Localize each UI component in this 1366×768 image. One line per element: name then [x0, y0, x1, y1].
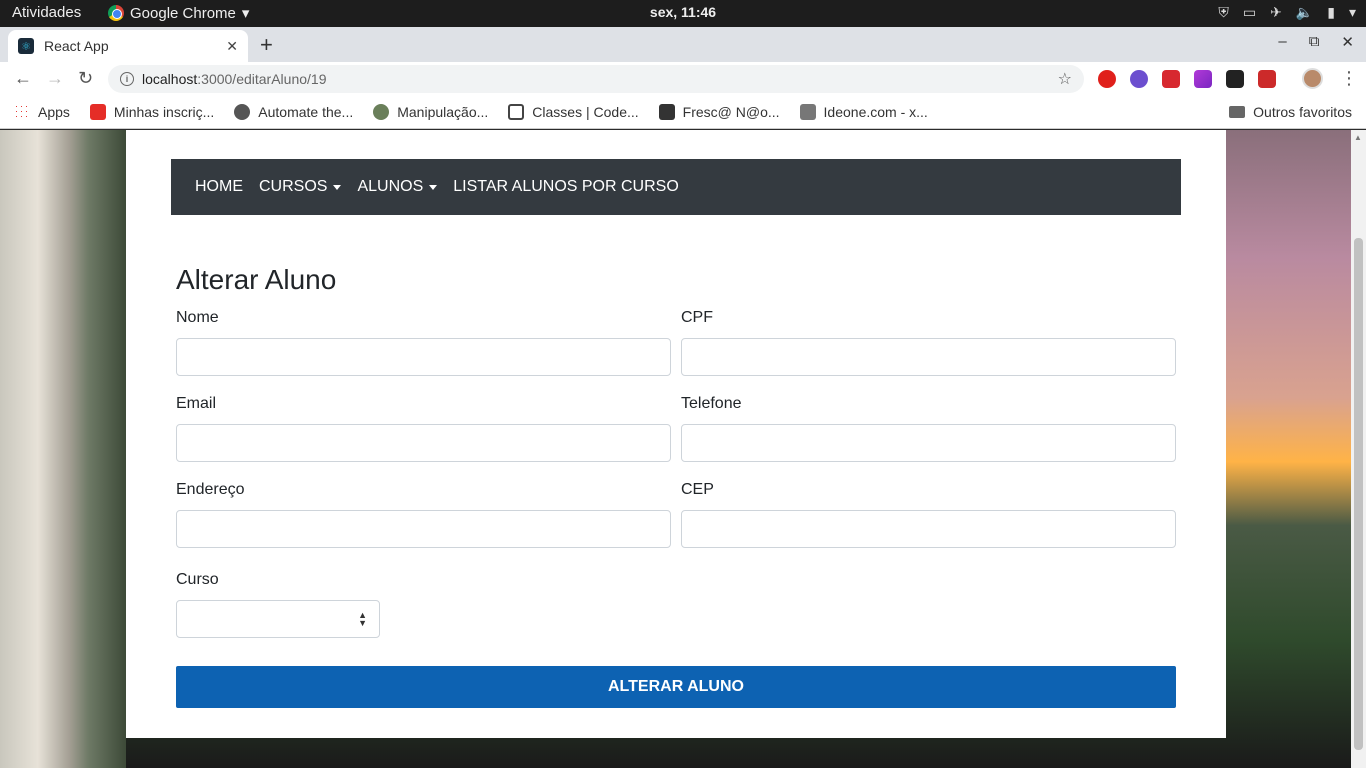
youtube-icon	[89, 104, 106, 120]
bookmark-label: Ideone.com - x...	[823, 104, 928, 120]
site-icon	[658, 104, 675, 120]
url-path: :3000/editarAluno/19	[197, 71, 327, 87]
bookmark-star-icon[interactable]: ☆	[1058, 69, 1072, 89]
page-title: Alterar Aluno	[176, 264, 337, 295]
nav-alunos-dropdown[interactable]: ALUNOS	[357, 178, 438, 196]
page-scrollbar[interactable]: ▲	[1351, 130, 1366, 768]
react-favicon-icon: ⚛	[18, 38, 34, 54]
display-icon[interactable]: ▭	[1243, 4, 1256, 21]
bookmark-item[interactable]: Ideone.com - x...	[799, 104, 928, 120]
endereco-label: Endereço	[176, 481, 245, 498]
telefone-label: Telefone	[681, 395, 742, 412]
pen-extension-icon[interactable]	[1194, 70, 1212, 88]
main-navbar: HOME CURSOS ALUNOS LISTAR ALUNOS POR CUR…	[171, 159, 1181, 215]
curso-select[interactable]: ▲ ▼	[176, 600, 380, 638]
menu-kebab-icon[interactable]: ⋮	[1340, 68, 1358, 89]
extension-dark-icon[interactable]	[1226, 70, 1244, 88]
nav-alunos-label: ALUNOS	[357, 178, 424, 195]
globe-icon	[234, 104, 251, 120]
scrollbar-thumb[interactable]	[1354, 238, 1363, 750]
new-tab-button[interactable]: +	[260, 32, 273, 58]
telefone-input[interactable]	[681, 424, 1176, 462]
site-icon	[373, 104, 390, 120]
nav-cursos-label: CURSOS	[259, 178, 328, 195]
caret-down-icon	[333, 184, 342, 190]
nav-cursos-dropdown[interactable]: CURSOS	[259, 178, 342, 196]
scroll-up-icon[interactable]: ▲	[1354, 133, 1362, 142]
system-tray[interactable]: ⛨ ▭ ✈ 🔈 ▮ ▾	[1218, 4, 1356, 21]
browser-toolbar: ← → ↻ i localhost:3000/editarAluno/19 ☆ …	[0, 62, 1366, 96]
folder-icon	[1229, 106, 1246, 118]
bookmark-apps[interactable]: Apps	[14, 104, 70, 120]
back-arrow-icon[interactable]: ←	[14, 68, 32, 89]
clock[interactable]: sex, 11:46	[0, 4, 1366, 20]
bookmark-item[interactable]: Minhas inscriç...	[89, 104, 215, 120]
system-top-bar: Atividades Google Chrome ▾ sex, 11:46 ⛨ …	[0, 0, 1366, 27]
bookmark-item[interactable]: Manipulação...	[373, 104, 488, 120]
profile-avatar[interactable]	[1302, 68, 1323, 89]
nome-label: Nome	[176, 309, 219, 326]
content-card: HOME CURSOS ALUNOS LISTAR ALUNOS POR CUR…	[126, 130, 1226, 738]
bookmark-label: Minhas inscriç...	[113, 104, 215, 120]
bookmarks-bar: Apps Minhas inscriç... Automate the... M…	[0, 96, 1366, 129]
extension-red-icon[interactable]	[1258, 70, 1276, 88]
forward-arrow-icon[interactable]: →	[46, 68, 64, 89]
nav-home[interactable]: HOME	[195, 178, 243, 196]
cep-label: CEP	[681, 481, 714, 498]
adblock-extension-icon[interactable]	[1098, 70, 1116, 88]
airplane-icon[interactable]: ✈	[1270, 4, 1282, 21]
nome-input[interactable]	[176, 338, 671, 376]
curso-label: Curso	[176, 571, 219, 588]
other-bookmarks-label: Outros favoritos	[1253, 104, 1352, 120]
bookmark-label: Apps	[38, 104, 70, 120]
ideone-icon	[799, 104, 816, 120]
bookmark-label: Fresc@ N@o...	[682, 104, 780, 120]
bookmark-label: Classes | Code...	[532, 104, 639, 120]
endereco-input[interactable]	[176, 510, 671, 548]
apps-grid-icon	[14, 104, 30, 120]
reload-icon[interactable]: ↻	[78, 68, 93, 89]
bookmark-label: Automate the...	[258, 104, 354, 120]
window-controls: – ⧉ ✕	[1278, 33, 1354, 51]
caret-down-icon	[429, 184, 438, 190]
nav-listar-alunos[interactable]: LISTAR ALUNOS POR CURSO	[453, 178, 679, 196]
doc-icon	[508, 104, 525, 120]
bookmark-label: Manipulação...	[397, 104, 489, 120]
volume-icon[interactable]: 🔈	[1296, 4, 1313, 21]
close-tab-icon[interactable]: ✕	[226, 38, 238, 55]
tab-title: React App	[44, 38, 109, 54]
url-host: localhost	[142, 71, 198, 87]
email-label: Email	[176, 395, 217, 412]
close-window-icon[interactable]: ✕	[1341, 33, 1354, 51]
bookmark-item[interactable]: Classes | Code...	[508, 104, 639, 120]
select-arrows-icon: ▲ ▼	[358, 610, 367, 628]
extension-r-icon[interactable]	[1130, 70, 1148, 88]
other-bookmarks[interactable]: Outros favoritos	[1229, 104, 1352, 120]
tab-strip: ⚛ React App ✕ + – ⧉ ✕	[0, 27, 1366, 62]
address-bar[interactable]: i localhost:3000/editarAluno/19 ☆	[108, 65, 1084, 93]
minimize-icon[interactable]: –	[1278, 33, 1286, 51]
background-photo	[0, 130, 126, 768]
cpf-input[interactable]	[681, 338, 1176, 376]
browser-tab[interactable]: ⚛ React App ✕	[8, 30, 248, 62]
chevron-down-icon[interactable]: ▾	[1349, 4, 1356, 21]
shield-icon[interactable]: ⛨	[1218, 4, 1229, 21]
pin-extension-icon[interactable]	[1162, 70, 1180, 88]
cpf-label: CPF	[681, 309, 713, 326]
info-icon[interactable]: i	[120, 72, 134, 86]
restore-icon[interactable]: ⧉	[1309, 33, 1320, 51]
alterar-aluno-button[interactable]: ALTERAR ALUNO	[176, 666, 1176, 708]
email-input[interactable]	[176, 424, 671, 462]
cep-input[interactable]	[681, 510, 1176, 548]
battery-icon[interactable]: ▮	[1327, 4, 1335, 21]
bookmark-item[interactable]: Fresc@ N@o...	[658, 104, 780, 120]
bookmark-item[interactable]: Automate the...	[234, 104, 353, 120]
